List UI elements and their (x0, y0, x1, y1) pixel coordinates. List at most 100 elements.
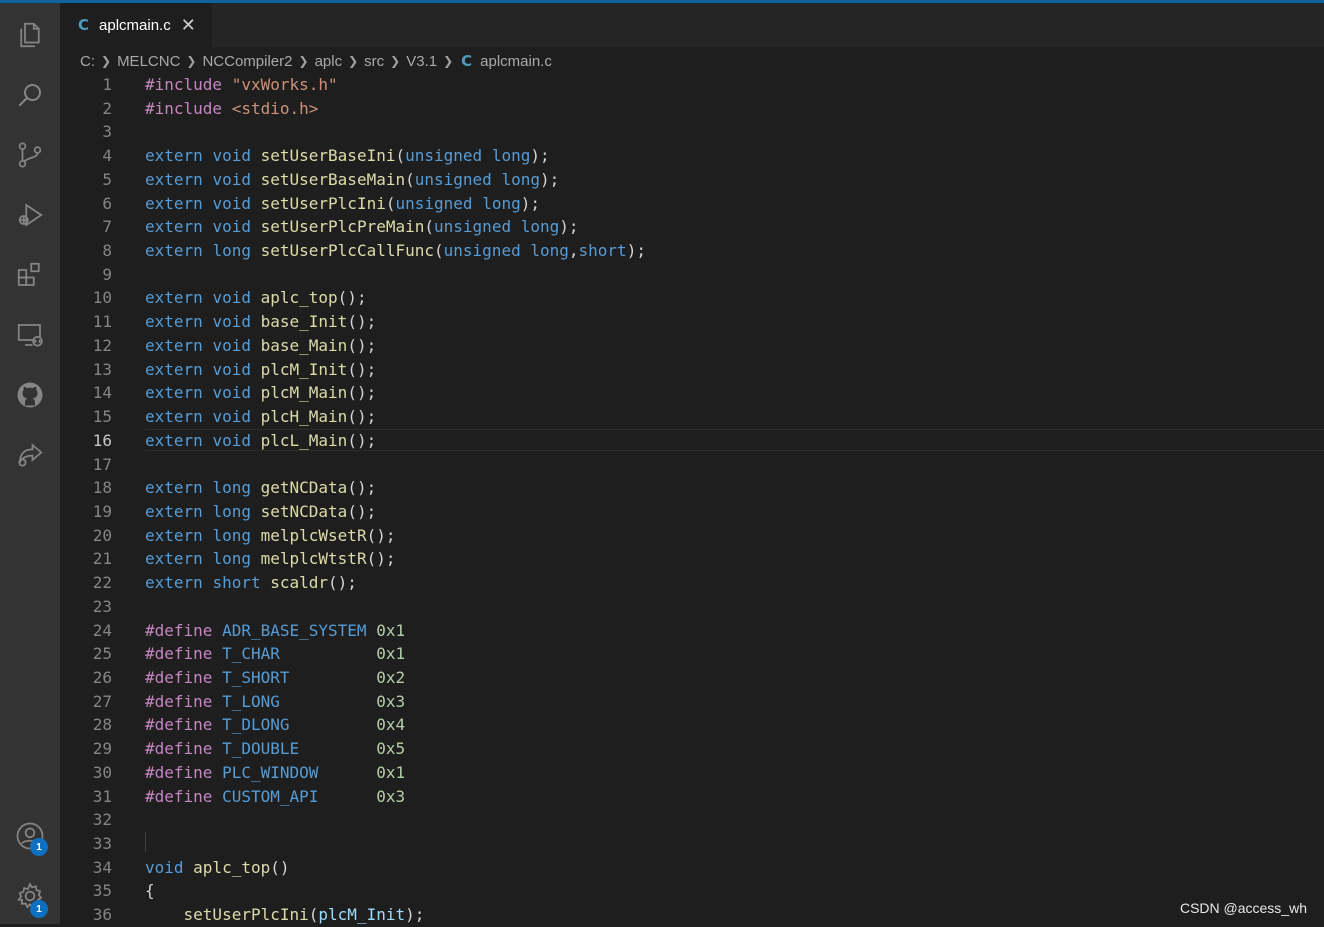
accounts-badge: 1 (30, 838, 48, 856)
close-icon[interactable]: ✕ (181, 15, 196, 36)
code-token: ( (434, 241, 444, 261)
code-line[interactable]: 36 setUserPlcIni(plcM_Init); (60, 903, 1324, 927)
code-line[interactable]: 17 (60, 453, 1324, 477)
code-token: 0x4 (376, 715, 406, 735)
code-token: void (212, 217, 261, 237)
code-text: extern void plcH_Main(); (145, 405, 376, 429)
code-line[interactable]: 15 extern void plcH_Main(); (60, 405, 1324, 429)
code-line[interactable]: 5 extern void setUserBaseMain(unsigned lo… (60, 168, 1324, 192)
line-number: 1 (102, 75, 112, 94)
accounts-icon[interactable]: 1 (0, 811, 60, 861)
code-line[interactable]: 6 extern void setUserPlcIni(unsigned long… (60, 192, 1324, 216)
code-line[interactable]: 8 extern long setUserPlcCallFunc(unsigned… (60, 239, 1324, 263)
search-icon[interactable] (0, 70, 60, 120)
code-token: (); (347, 478, 377, 498)
code-token: ); (530, 146, 550, 166)
code-line[interactable]: 29 #define T_DOUBLE 0x5 (60, 737, 1324, 761)
code-token: ( (405, 169, 415, 189)
line-number: 21 (92, 549, 112, 569)
chevron-right-icon: ❯ (443, 54, 454, 68)
code-text: #define T_SHORT 0x2 (145, 666, 405, 690)
code-line[interactable]: 32 (60, 808, 1324, 832)
code-line[interactable]: 28 #define T_DLONG 0x4 (60, 713, 1324, 737)
line-number: 36 (92, 905, 112, 925)
code-token: plcM_Init (260, 359, 348, 379)
code-token: (); (347, 501, 377, 521)
code-token: 0x1 (376, 620, 406, 640)
breadcrumb-folder[interactable]: MELCNC (117, 53, 180, 70)
line-number: 14 (92, 383, 112, 403)
code-token: PLC_WINDOW (222, 762, 377, 782)
code-line[interactable]: 22 extern short scaldr(); (60, 571, 1324, 595)
code-line[interactable]: 14 extern void plcM_Main(); (60, 381, 1324, 405)
explorer-icon[interactable] (0, 10, 60, 60)
code-token: void (212, 430, 261, 450)
code-editor[interactable]: 1 #include "vxWorks.h" 2 #include <stdio.h>… (60, 73, 1324, 924)
code-line[interactable]: 31 #define CUSTOM_API 0x3 (60, 785, 1324, 809)
code-line[interactable]: 26 #define T_SHORT 0x2 (60, 666, 1324, 690)
code-line[interactable]: 3 (60, 120, 1324, 144)
code-line[interactable]: 20 extern long melplcWsetR(); (60, 524, 1324, 548)
manage-gear-icon[interactable]: 1 (0, 871, 60, 921)
tab-label: aplcmain.c (99, 16, 171, 34)
breadcrumb-folder[interactable]: V3.1 (406, 53, 437, 70)
code-token: 0x3 (376, 691, 406, 711)
code-line[interactable]: 18 extern long getNCData(); (60, 476, 1324, 500)
extensions-icon[interactable] (0, 250, 60, 300)
breadcrumb-file[interactable]: aplcmain.c (480, 53, 552, 70)
code-token: aplc_top (193, 857, 271, 877)
code-line[interactable]: 9 (60, 263, 1324, 287)
code-token: ); (559, 217, 579, 237)
breadcrumb-drive[interactable]: C: (80, 53, 95, 70)
code-line[interactable]: 34 void aplc_top() (60, 856, 1324, 880)
code-line[interactable]: 2 #include <stdio.h> (60, 97, 1324, 121)
code-token: #include (145, 98, 232, 118)
code-line[interactable]: 27 #define T_LONG 0x3 (60, 690, 1324, 714)
code-line[interactable]: 4 extern void setUserBaseIni(unsigned lon… (60, 144, 1324, 168)
code-token: extern (145, 407, 213, 427)
code-token: getNCData (260, 478, 348, 498)
code-token: T_CHAR (222, 644, 377, 664)
code-line[interactable]: 1 #include "vxWorks.h" (60, 73, 1324, 97)
code-line[interactable]: 21 extern long melplcWtstR(); (60, 547, 1324, 571)
tab-aplcmain-c[interactable]: C aplcmain.c ✕ (60, 3, 212, 47)
code-line[interactable]: 23 (60, 595, 1324, 619)
code-line[interactable]: 11 extern void base_Init(); (60, 310, 1324, 334)
code-token: #define (145, 762, 223, 782)
code-text: #include "vxWorks.h" (145, 73, 338, 97)
code-token: plcM_Main (260, 383, 348, 403)
code-token: (); (347, 359, 377, 379)
code-line[interactable]: 24 #define ADR_BASE_SYSTEM 0x1 (60, 619, 1324, 643)
code-line[interactable]: 16 extern void plcL_Main(); (60, 429, 1324, 453)
code-text: #define T_LONG 0x3 (145, 690, 405, 714)
code-line[interactable]: 25 #define T_CHAR 0x1 (60, 642, 1324, 666)
code-token: extern (145, 549, 213, 569)
code-token: long (212, 549, 261, 569)
remote-explorer-icon[interactable] (0, 310, 60, 360)
code-line[interactable]: 19 extern long setNCData(); (60, 500, 1324, 524)
code-line[interactable]: 33 (60, 832, 1324, 856)
code-line[interactable]: 35 { (60, 879, 1324, 903)
code-token: setUserBaseIni (260, 146, 396, 166)
code-line[interactable]: 30 #define PLC_WINDOW 0x1 (60, 761, 1324, 785)
line-number: 23 (92, 596, 112, 616)
breadcrumb-folder[interactable]: NCCompiler2 (202, 53, 292, 70)
code-token: ); (405, 905, 425, 925)
c-language-icon: C (78, 16, 90, 34)
breadcrumb-folder[interactable]: aplc (315, 53, 343, 70)
code-token: <stdio.h> (231, 98, 319, 118)
code-token: plcH_Main (260, 407, 348, 427)
line-number: 18 (92, 478, 112, 498)
github-icon[interactable] (0, 370, 60, 420)
run-debug-icon[interactable] (0, 190, 60, 240)
code-line[interactable]: 7 extern void setUserPlcPreMain(unsigned … (60, 215, 1324, 239)
code-line[interactable]: 13 extern void plcM_Init(); (60, 358, 1324, 382)
breadcrumb-folder[interactable]: src (364, 53, 384, 70)
live-share-icon[interactable] (0, 430, 60, 480)
code-token: void (212, 288, 261, 308)
source-control-icon[interactable] (0, 130, 60, 180)
code-line[interactable]: 10 extern void aplc_top(); (60, 286, 1324, 310)
code-line[interactable]: 12 extern void base_Main(); (60, 334, 1324, 358)
line-number: 8 (102, 241, 112, 261)
line-number: 20 (92, 525, 112, 545)
